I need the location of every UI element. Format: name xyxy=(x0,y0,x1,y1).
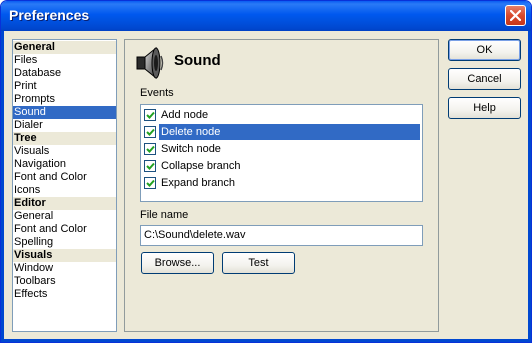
events-list[interactable]: Add node Delete node Switch node Collapse b… xyxy=(140,104,423,202)
speaker-icon xyxy=(136,46,164,80)
event-item[interactable]: Add node xyxy=(143,107,420,123)
category-group-header: Visuals xyxy=(13,249,116,262)
category-item[interactable]: Database xyxy=(13,67,116,80)
file-name-label: File name xyxy=(140,209,189,221)
event-item[interactable]: Delete node xyxy=(143,124,420,140)
category-item[interactable]: Visuals xyxy=(13,145,116,158)
browse-button[interactable]: Browse... xyxy=(141,252,214,274)
close-button[interactable] xyxy=(505,5,526,26)
test-button[interactable]: Test xyxy=(222,252,295,274)
events-label: Events xyxy=(140,87,174,99)
panel-title: Sound xyxy=(174,52,221,69)
event-checkbox[interactable] xyxy=(144,126,156,138)
category-item[interactable]: Files xyxy=(13,54,116,67)
category-group-header: Editor xyxy=(13,197,116,210)
file-name-input[interactable]: C:\Sound\delete.wav xyxy=(140,225,423,246)
category-item[interactable]: Toolbars xyxy=(13,275,116,288)
event-label: Switch node xyxy=(161,143,221,155)
category-list[interactable]: General Files Database Print Prompts Sound Dia… xyxy=(12,39,117,332)
event-label: Delete node xyxy=(159,124,420,140)
category-group-header: General xyxy=(13,41,116,54)
event-checkbox[interactable] xyxy=(144,160,156,172)
category-item[interactable]: Dialer xyxy=(13,119,116,132)
event-item[interactable]: Collapse branch xyxy=(143,158,420,174)
category-item[interactable]: Navigation xyxy=(13,158,116,171)
category-item[interactable]: Prompts xyxy=(13,93,116,106)
event-checkbox[interactable] xyxy=(144,177,156,189)
category-item[interactable]: Font and Color xyxy=(13,223,116,236)
title-bar[interactable]: Preferences xyxy=(1,1,531,31)
event-checkbox[interactable] xyxy=(144,109,156,121)
window-frame-bottom xyxy=(1,339,531,342)
category-item[interactable]: Spelling xyxy=(13,236,116,249)
event-label: Add node xyxy=(161,109,209,121)
preferences-dialog: Preferences General Files Database Print Pro… xyxy=(0,0,532,343)
category-item[interactable]: Window xyxy=(13,262,116,275)
checkmark-icon xyxy=(146,128,155,136)
event-label: Expand branch xyxy=(161,177,235,189)
window-frame-left xyxy=(1,31,4,342)
category-item[interactable]: Font and Color xyxy=(13,171,116,184)
ok-button[interactable]: OK xyxy=(448,39,521,61)
window-title: Preferences xyxy=(9,7,90,23)
close-icon xyxy=(510,10,521,21)
cancel-button[interactable]: Cancel xyxy=(448,68,521,90)
sound-settings-panel: Sound Events Add node Delete node Switch n… xyxy=(124,39,439,332)
category-item[interactable]: Effects xyxy=(13,288,116,301)
event-item[interactable]: Switch node xyxy=(143,141,420,157)
event-item[interactable]: Expand branch xyxy=(143,175,420,191)
category-item[interactable]: Sound xyxy=(13,106,116,119)
category-item[interactable]: General xyxy=(13,210,116,223)
window-frame-right xyxy=(528,31,531,342)
event-checkbox[interactable] xyxy=(144,143,156,155)
category-group-header: Tree xyxy=(13,132,116,145)
category-item[interactable]: Icons xyxy=(13,184,116,197)
event-label: Collapse branch xyxy=(161,160,241,172)
checkmark-icon xyxy=(146,111,155,119)
checkmark-icon xyxy=(146,145,155,153)
category-item[interactable]: Print xyxy=(13,80,116,93)
checkmark-icon xyxy=(146,179,155,187)
checkmark-icon xyxy=(146,162,155,170)
help-button[interactable]: Help xyxy=(448,97,521,119)
